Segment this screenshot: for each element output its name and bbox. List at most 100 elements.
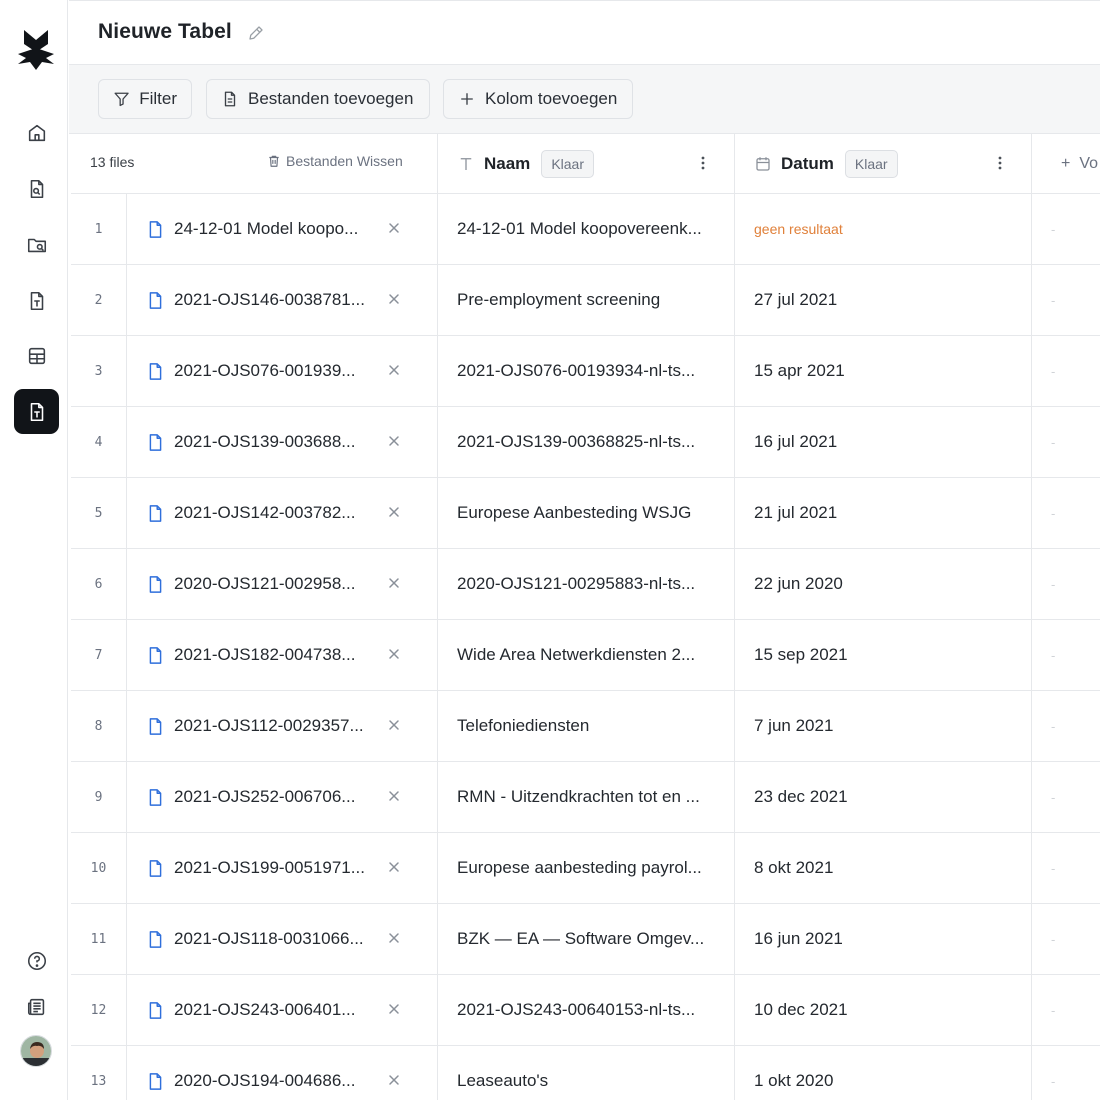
add-column-header[interactable]: + Vo [1061,134,1100,193]
file-name-cell[interactable]: 2020-OJS194-004686... [147,1046,355,1100]
datum-cell[interactable]: 16 jul 2021 [754,407,837,477]
naam-cell[interactable]: Wide Area Netwerkdiensten 2... [457,620,695,690]
clear-files-button[interactable]: Bestanden Wissen [267,153,403,169]
naam-cell[interactable]: Pre-employment screening [457,265,660,335]
remove-file-button[interactable] [386,646,402,662]
file-name-cell[interactable]: 2020-OJS121-002958... [147,549,355,619]
remove-file-button[interactable] [386,788,402,804]
empty-cell[interactable]: - [1051,975,1055,1045]
file-name-cell[interactable]: 2021-OJS182-004738... [147,620,355,690]
add-files-button[interactable]: Bestanden toevoegen [206,79,430,119]
remove-file-button[interactable] [386,504,402,520]
table-row[interactable]: 13 2020-OJS194-004686... Leaseauto's 1 okt … [71,1046,1100,1100]
sidebar-item-document-search[interactable] [14,166,59,211]
avatar[interactable] [20,1035,52,1067]
row-number: 5 [71,478,127,548]
table-row[interactable]: 1 24-12-01 Model koopo... 24-12-01 Model k… [71,194,1100,265]
empty-cell[interactable]: - [1051,691,1055,761]
naam-cell[interactable]: 2021-OJS243-00640153-nl-ts... [457,975,695,1045]
empty-cell[interactable]: - [1051,549,1055,619]
table-row[interactable]: 10 2021-OJS199-0051971... Europese aanbest… [71,833,1100,904]
file-name-cell[interactable]: 2021-OJS199-0051971... [147,833,365,903]
datum-cell[interactable]: 16 jun 2021 [754,904,843,974]
more-vertical-icon[interactable] [992,155,1008,171]
naam-cell[interactable]: RMN - Uitzendkrachten tot en ... [457,762,700,832]
file-name-cell[interactable]: 2021-OJS142-003782... [147,478,355,548]
remove-file-button[interactable] [386,717,402,733]
datum-cell[interactable]: geen resultaat [754,194,843,264]
empty-cell[interactable]: - [1051,336,1055,406]
table-row[interactable]: 7 2021-OJS182-004738... Wide Area Netwerkd… [71,620,1100,691]
table-row[interactable]: 9 2021-OJS252-006706... RMN - Uitzendkrach… [71,762,1100,833]
file-name-cell[interactable]: 2021-OJS076-001939... [147,336,355,406]
file-name-cell[interactable]: 2021-OJS146-0038781... [147,265,365,335]
sidebar-item-folder-search[interactable] [14,222,59,267]
naam-cell[interactable]: Telefoniediensten [457,691,589,761]
table-row[interactable]: 5 2021-OJS142-003782... Europese Aanbested… [71,478,1100,549]
sidebar-item-help[interactable] [14,938,59,983]
datum-cell[interactable]: 21 jul 2021 [754,478,837,548]
sidebar-item-home[interactable] [14,110,59,155]
naam-cell[interactable]: 24-12-01 Model koopovereenk... [457,194,702,264]
sidebar-item-news[interactable] [14,984,59,1029]
sidebar-item-table[interactable] [14,333,59,378]
remove-file-button[interactable] [386,930,402,946]
table-row[interactable]: 8 2021-OJS112-0029357... Telefoniediensten… [71,691,1100,762]
newspaper-icon [27,998,44,1015]
datum-cell[interactable]: 15 sep 2021 [754,620,848,690]
table-row[interactable]: 4 2021-OJS139-003688... 2021-OJS139-003688… [71,407,1100,478]
empty-cell[interactable]: - [1051,478,1055,548]
filter-button[interactable]: Filter [98,79,192,119]
datum-cell[interactable]: 22 jun 2020 [754,549,843,619]
empty-cell[interactable]: - [1051,407,1055,477]
remove-file-button[interactable] [386,575,402,591]
datum-cell[interactable]: 7 jun 2021 [754,691,833,761]
empty-cell[interactable]: - [1051,904,1055,974]
file-name-cell[interactable]: 2021-OJS112-0029357... [147,691,364,761]
remove-file-button[interactable] [386,859,402,875]
file-name-cell[interactable]: 2021-OJS118-0031066... [147,904,364,974]
datum-cell[interactable]: 23 dec 2021 [754,762,848,832]
remove-file-button[interactable] [386,362,402,378]
sidebar [0,0,68,1100]
remove-file-button[interactable] [386,1072,402,1088]
table-row[interactable]: 3 2021-OJS076-001939... 2021-OJS076-001939… [71,336,1100,407]
empty-cell[interactable]: - [1051,833,1055,903]
naam-cell[interactable]: Europese Aanbesteding WSJG [457,478,691,548]
empty-cell[interactable]: - [1051,194,1055,264]
remove-file-button[interactable] [386,220,402,236]
remove-file-button[interactable] [386,1001,402,1017]
more-vertical-icon[interactable] [695,155,711,171]
empty-cell[interactable]: - [1051,620,1055,690]
naam-cell[interactable]: BZK — EA — Software Omgev... [457,904,704,974]
sidebar-item-document-text[interactable] [14,278,59,323]
empty-cell[interactable]: - [1051,265,1055,335]
close-icon [389,223,399,233]
datum-cell[interactable]: 10 dec 2021 [754,975,848,1045]
file-name-cell[interactable]: 2021-OJS252-006706... [147,762,355,832]
table-row[interactable]: 2 2021-OJS146-0038781... Pre-employment sc… [71,265,1100,336]
table-row[interactable]: 11 2021-OJS118-0031066... BZK — EA — Softw… [71,904,1100,975]
datum-cell[interactable]: 27 jul 2021 [754,265,837,335]
datum-cell[interactable]: 15 apr 2021 [754,336,845,406]
naam-cell[interactable]: 2020-OJS121-00295883-nl-ts... [457,549,695,619]
naam-cell[interactable]: 2021-OJS076-00193934-nl-ts... [457,336,695,406]
add-column-button[interactable]: Kolom toevoegen [443,79,633,119]
sidebar-item-document-table[interactable] [14,389,59,434]
file-name-cell[interactable]: 2021-OJS139-003688... [147,407,355,477]
datum-cell[interactable]: 1 okt 2020 [754,1046,833,1100]
naam-cell[interactable]: Leaseauto's [457,1046,548,1100]
file-name-cell[interactable]: 2021-OJS243-006401... [147,975,355,1045]
table-row[interactable]: 12 2021-OJS243-006401... 2021-OJS243-00640… [71,975,1100,1046]
file-name-cell[interactable]: 24-12-01 Model koopo... [147,194,358,264]
empty-cell[interactable]: - [1051,1046,1055,1100]
naam-cell[interactable]: Europese aanbesteding payrol... [457,833,702,903]
naam-cell[interactable]: 2021-OJS139-00368825-nl-ts... [457,407,695,477]
remove-file-button[interactable] [386,433,402,449]
datum-cell[interactable]: 8 okt 2021 [754,833,833,903]
table-row[interactable]: 6 2020-OJS121-002958... 2020-OJS121-002958… [71,549,1100,620]
pencil-icon[interactable] [247,24,265,42]
row-number: 3 [71,336,127,406]
empty-cell[interactable]: - [1051,762,1055,832]
remove-file-button[interactable] [386,291,402,307]
